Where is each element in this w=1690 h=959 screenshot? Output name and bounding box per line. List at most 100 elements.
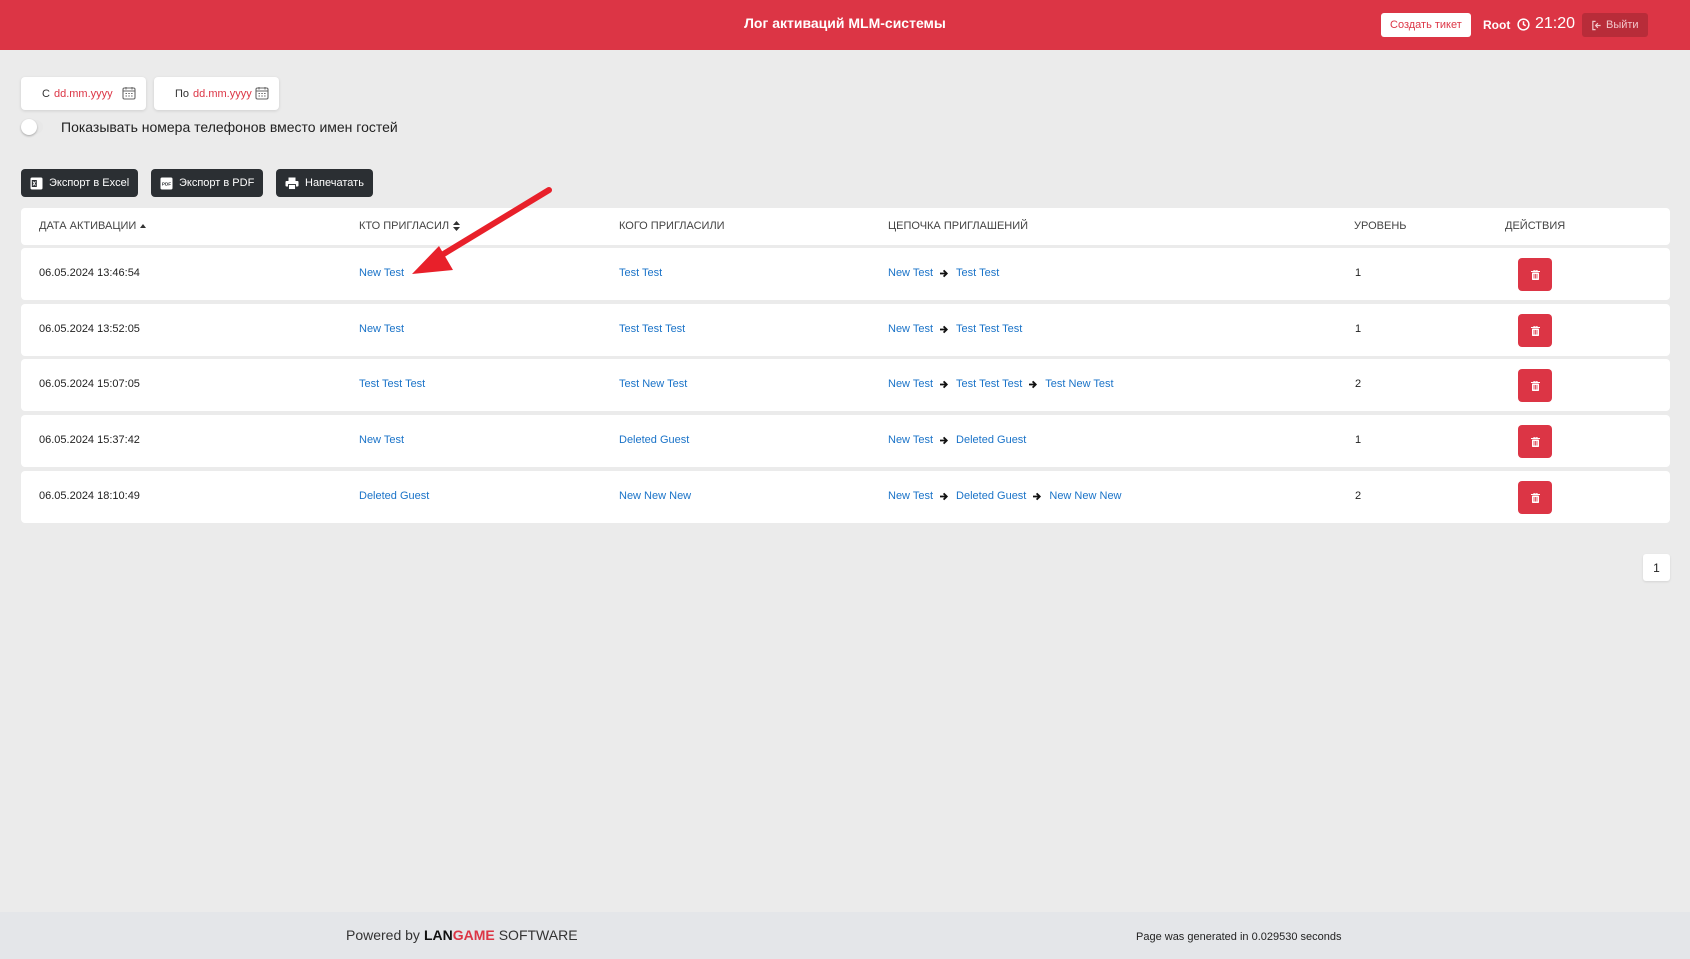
level-value: 2 [1355,378,1362,390]
export-pdf-label: Экспорт в PDF [179,177,255,189]
inviter-link[interactable]: New Test [359,434,404,446]
generation-time: Page was generated in 0.029530 seconds [1136,931,1342,943]
print-button[interactable]: Напечатать [276,169,373,197]
chain-link[interactable]: Deleted Guest [956,490,1026,502]
invitee-link[interactable]: Test New Test [619,378,687,390]
create-ticket-button[interactable]: Создать тикет [1381,13,1471,37]
footer: Powered by LANGAME SOFTWARE Page was gen… [0,912,1690,959]
activation-date: 06.05.2024 13:46:54 [39,267,140,279]
chain-link[interactable]: Test Test Test [956,323,1022,335]
svg-text:PDF: PDF [162,181,171,186]
level-value: 1 [1355,267,1362,279]
delete-button[interactable] [1518,314,1552,347]
chain-link[interactable]: Test Test Test [956,378,1022,390]
delete-button[interactable] [1518,481,1552,514]
invitation-chain: New Test Test Test Test [888,323,1022,335]
inviter-link[interactable]: Test Test Test [359,378,425,390]
clock: 21:20 [1517,15,1575,33]
chain-link[interactable]: New Test [888,378,933,390]
table-header: ДАТА АКТИВАЦИИ КТО ПРИГЛАСИЛ КОГО ПРИГЛА… [21,208,1670,245]
chain-link[interactable]: New Test [888,267,933,279]
brand-suffix: SOFTWARE [498,927,578,943]
arrow-right-icon [940,269,949,277]
logout-label: Выйти [1606,19,1639,31]
invitee-link[interactable]: Deleted Guest [619,434,689,446]
trash-icon [1530,436,1540,447]
pdf-icon: PDF [160,177,173,189]
arrow-right-icon [940,325,949,333]
table-row: 06.05.2024 15:07:05 Test Test Test Test … [21,359,1670,411]
phone-toggle-switch[interactable] [21,119,43,135]
date-from-field[interactable]: С dd.mm.yyyy [21,77,146,110]
table-row: 06.05.2024 13:52:05 New Test Test Test T… [21,304,1670,356]
table-row: 06.05.2024 13:46:54 New Test Test Test N… [21,248,1670,300]
arrow-right-icon [940,492,949,500]
date-from-label: С [42,87,50,100]
arrow-right-icon [940,436,949,444]
activation-date: 06.05.2024 18:10:49 [39,490,140,502]
current-user: Root [1483,18,1511,32]
trash-icon [1530,325,1540,336]
date-to-field[interactable]: По dd.mm.yyyy [154,77,279,110]
phone-toggle-label: Показывать номера телефонов вместо имен … [61,119,398,135]
date-from-input[interactable]: dd.mm.yyyy [54,88,113,100]
invitation-chain: New Test Test Test Test Test New Test [888,378,1114,390]
export-pdf-button[interactable]: PDF Экспорт в PDF [151,169,264,197]
column-header-level: УРОВЕНЬ [1354,220,1407,232]
inviter-link[interactable]: New Test [359,267,404,279]
column-header-date[interactable]: ДАТА АКТИВАЦИИ [39,220,147,232]
inviter-link[interactable]: Deleted Guest [359,490,429,502]
logout-button[interactable]: Выйти [1582,13,1648,37]
table-row: 06.05.2024 15:37:42 New Test Deleted Gue… [21,415,1670,467]
column-header-invitee: КОГО ПРИГЛАСИЛИ [619,220,725,232]
chain-link[interactable]: New Test [888,490,933,502]
invitation-chain: New Test Deleted Guest [888,434,1026,446]
activation-date: 06.05.2024 15:07:05 [39,378,140,390]
chain-link[interactable]: Test Test [956,267,999,279]
logout-icon [1592,20,1601,30]
delete-button[interactable] [1518,369,1552,402]
date-to-input[interactable]: dd.mm.yyyy [193,88,252,100]
printer-icon [285,177,299,190]
level-value: 2 [1355,490,1362,502]
activation-date: 06.05.2024 13:52:05 [39,323,140,335]
pagination-page-1[interactable]: 1 [1643,554,1670,581]
chain-link[interactable]: New Test [888,434,933,446]
invitee-link[interactable]: Test Test [619,267,662,279]
delete-button[interactable] [1518,425,1552,458]
powered-by: Powered by LANGAME SOFTWARE [346,927,578,943]
excel-icon [30,177,43,189]
delete-button[interactable] [1518,258,1552,291]
clock-icon [1517,17,1530,31]
activation-date: 06.05.2024 15:37:42 [39,434,140,446]
invitee-link[interactable]: New New New [619,490,691,502]
arrow-right-icon [940,380,949,388]
invitation-chain: New Test Test Test [888,267,999,279]
print-label: Напечатать [305,177,364,189]
column-header-inviter[interactable]: КТО ПРИГЛАСИЛ [359,220,461,232]
powered-prefix: Powered by [346,927,420,943]
chain-link[interactable]: New Test [888,323,933,335]
calendar-icon[interactable] [122,86,136,100]
chain-link[interactable]: Deleted Guest [956,434,1026,446]
top-bar: Лог активаций MLM-системы Создать тикет … [0,0,1690,50]
trash-icon [1530,492,1540,503]
chain-link[interactable]: New New New [1049,490,1121,502]
sort-icon [453,221,461,231]
phone-toggle-row: Показывать номера телефонов вместо имен … [21,119,398,135]
column-header-actions: ДЕЙСТВИЯ [1505,220,1566,232]
table-row: 06.05.2024 18:10:49 Deleted Guest New Ne… [21,471,1670,523]
toggle-knob [21,119,37,135]
chain-link[interactable]: Test New Test [1045,378,1113,390]
calendar-icon[interactable] [255,86,269,100]
arrow-right-icon [1033,492,1042,500]
invitee-link[interactable]: Test Test Test [619,323,685,335]
export-excel-label: Экспорт в Excel [49,177,130,189]
level-value: 1 [1355,434,1362,446]
invitation-chain: New Test Deleted Guest New New New [888,490,1122,502]
export-excel-button[interactable]: Экспорт в Excel [21,169,139,197]
trash-icon [1530,380,1540,391]
level-value: 1 [1355,323,1362,335]
inviter-link[interactable]: New Test [359,323,404,335]
brand-logo[interactable]: LANGAME [424,927,495,943]
